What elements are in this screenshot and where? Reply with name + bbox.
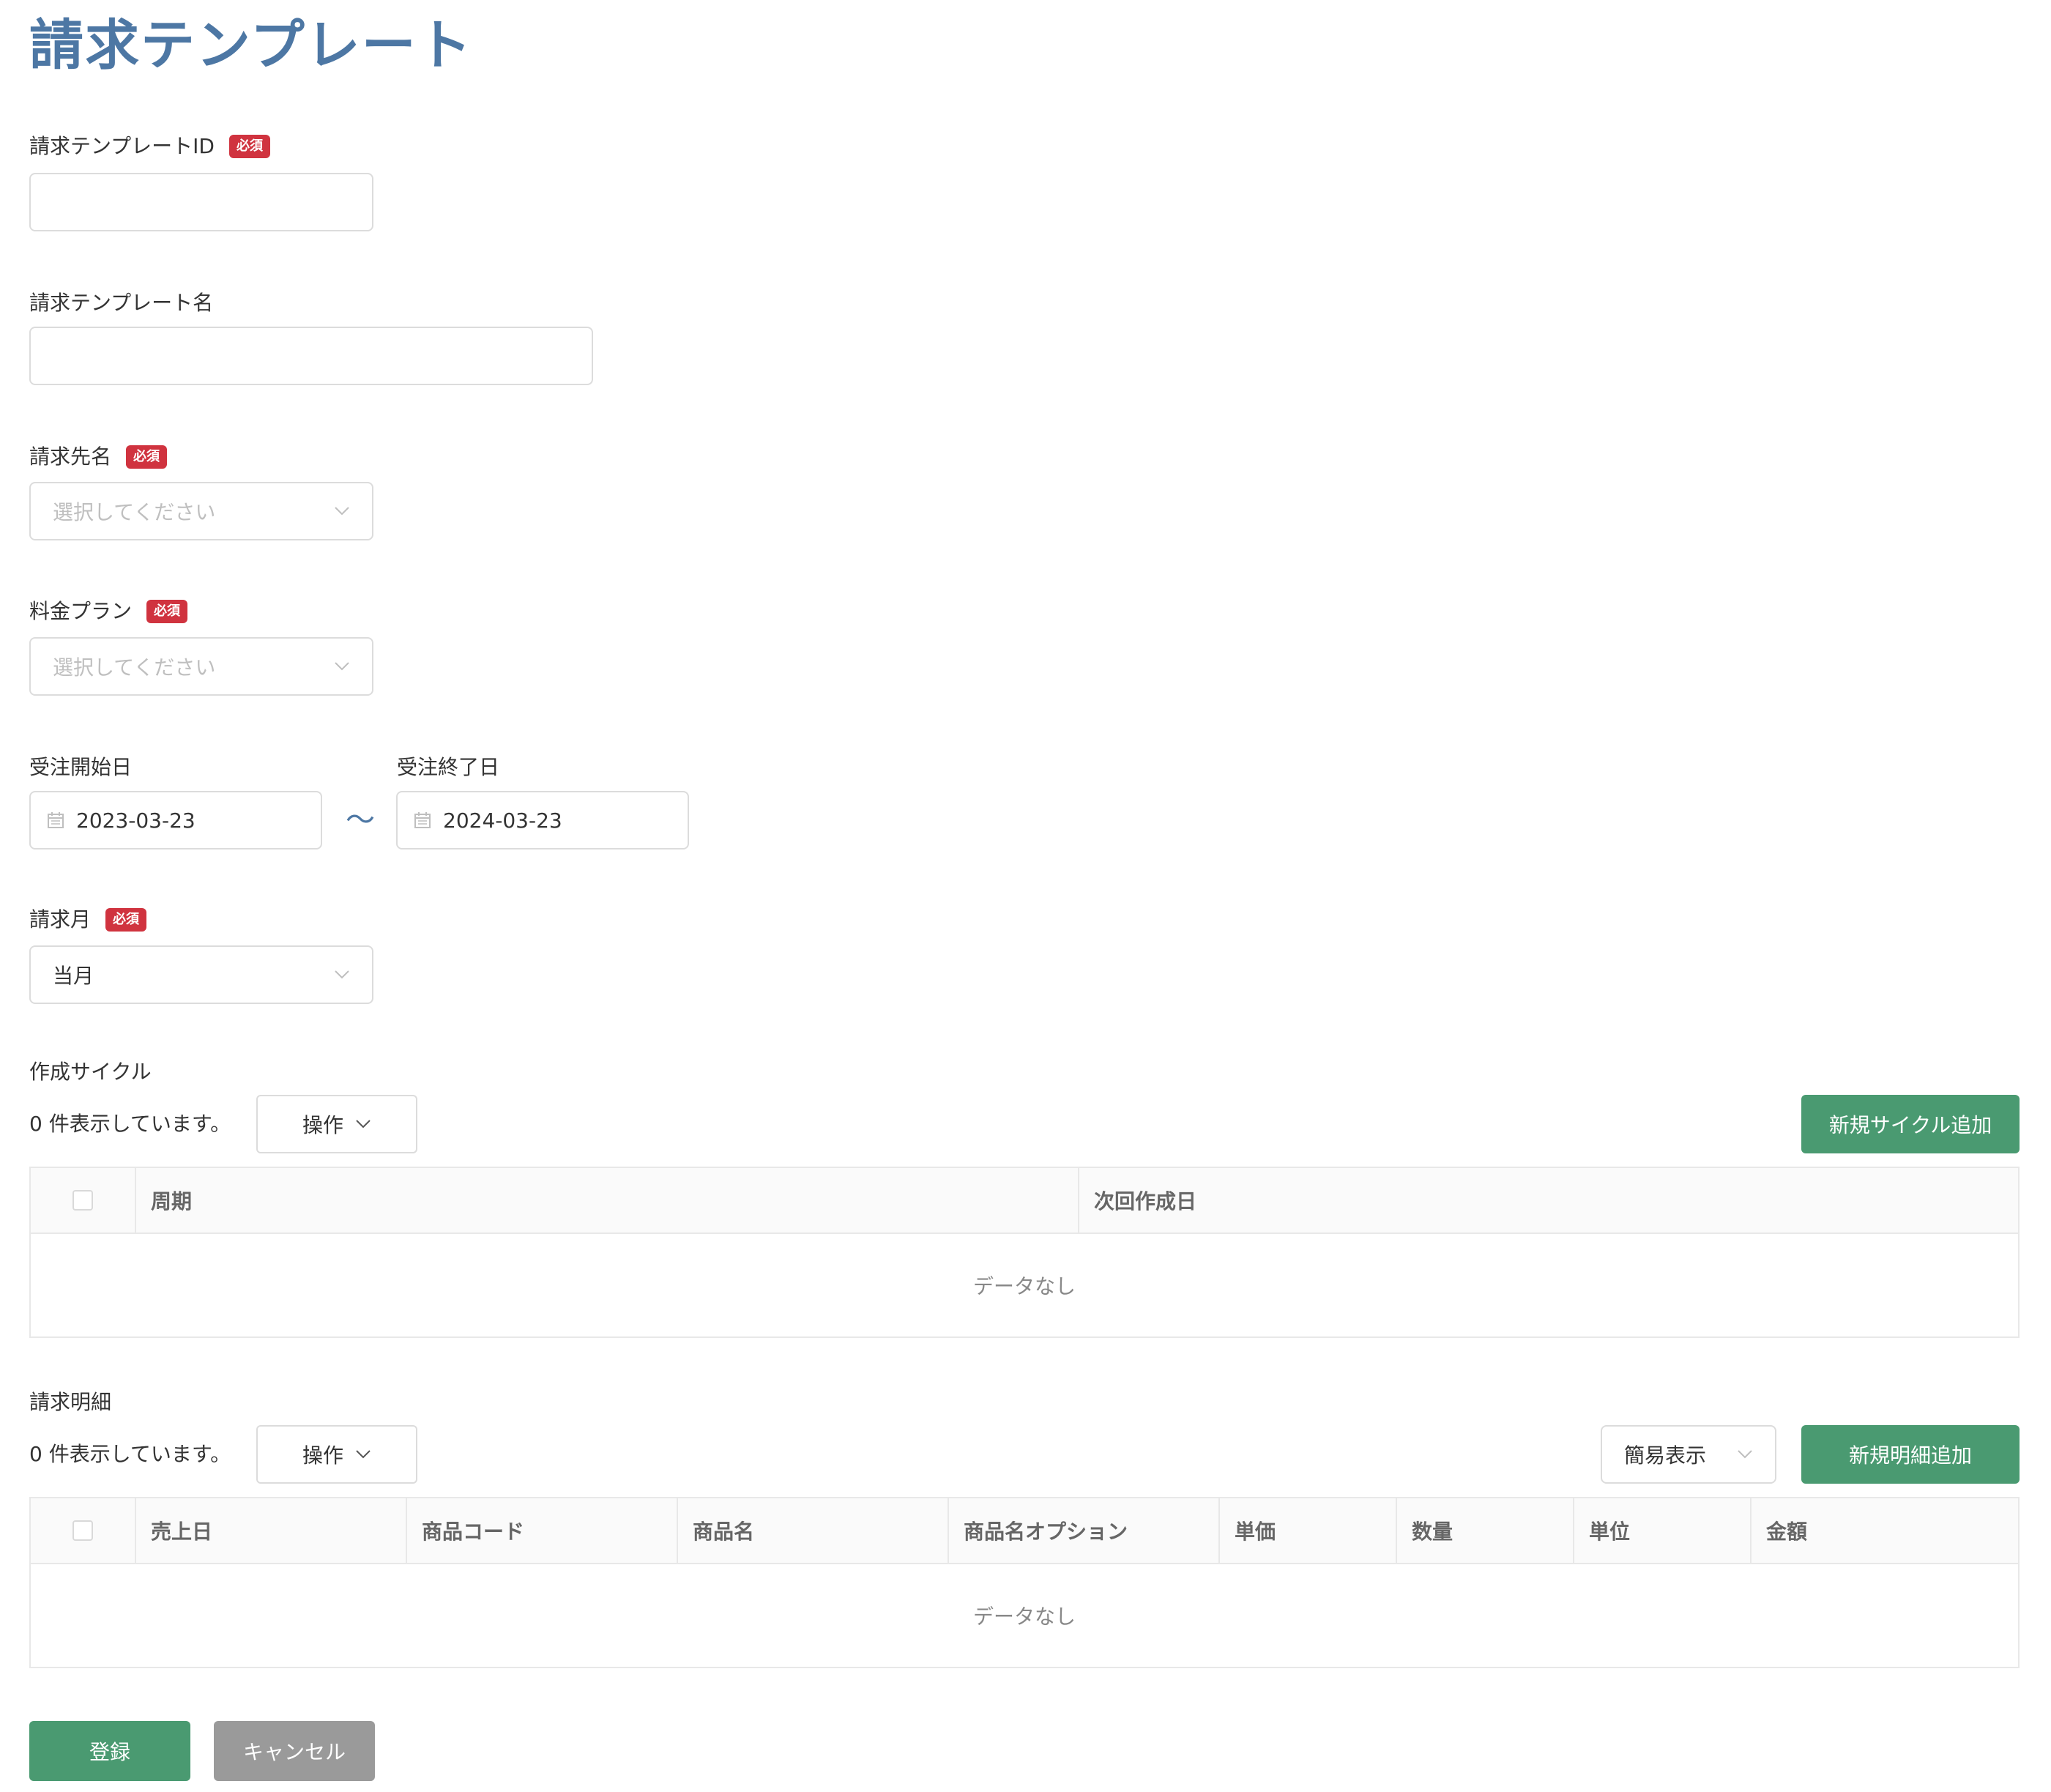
column-header[interactable]: 単価 [1218,1498,1396,1563]
column-header[interactable]: 数量 [1396,1498,1573,1563]
billing-to-placeholder: 選択してください [53,500,216,524]
chevron-down-icon [335,662,349,671]
template-id-label: 請求テンプレートID 必須 [29,132,270,161]
chevron-down-icon [1738,1450,1752,1459]
cycle-table-header: 周期 次回作成日 [31,1168,2018,1234]
order-start-date-input[interactable]: 2023-03-23 [29,791,322,849]
column-header[interactable]: 周期 [135,1168,1078,1233]
cycle-section-title: 作成サイクル [29,1060,152,1084]
billing-month-value: 当月 [53,964,94,988]
required-badge: 必須 [126,445,168,469]
calendar-icon [414,812,431,828]
select-all-checkbox[interactable] [72,1190,93,1211]
template-name-input[interactable] [29,327,593,385]
plan-select[interactable]: 選択してください [29,637,373,696]
order-start-date-value: 2023-03-23 [76,808,196,833]
chevron-down-icon [335,507,349,516]
detail-table-header: 売上日 商品コード 商品名 商品名オプション 単価 数量 単位 金額 [31,1498,2018,1564]
detail-table: 売上日 商品コード 商品名 商品名オプション 単価 数量 単位 金額 データなし [29,1497,2020,1668]
chevron-down-icon [356,1450,371,1459]
billing-month-select[interactable]: 当月 [29,945,373,1004]
cycle-operation-dropdown[interactable]: 操作 [256,1095,417,1153]
order-start-label: 受注開始日 [29,753,132,782]
template-id-label-text: 請求テンプレートID [29,134,215,158]
cancel-button[interactable]: キャンセル [214,1721,375,1781]
empty-state-text: データなし [972,1605,1076,1629]
billing-to-label: 請求先名 必須 [29,442,168,472]
detail-operation-label: 操作 [302,1443,343,1468]
billing-to-label-text: 請求先名 [29,445,112,469]
column-header[interactable]: 商品名 [677,1498,948,1563]
billing-to-select[interactable]: 選択してください [29,482,373,540]
cycle-table: 周期 次回作成日 データなし [29,1167,2020,1338]
plan-placeholder: 選択してください [53,655,216,680]
billing-month-label-text: 請求月 [29,907,92,932]
page-title: 請求テンプレート [29,14,473,77]
date-range-separator: ～ [346,803,375,837]
register-button[interactable]: 登録 [29,1721,190,1781]
cycle-count-text: 0 件表示しています。 [29,1112,231,1136]
required-badge: 必須 [105,908,147,932]
order-end-date-value: 2024-03-23 [443,808,562,833]
select-all-cell [31,1168,135,1233]
chevron-down-icon [335,970,349,979]
required-badge: 必須 [228,135,270,158]
plan-label: 料金プラン 必須 [29,597,188,626]
add-cycle-button[interactable]: 新規サイクル追加 [1801,1095,2020,1153]
detail-section-title: 請求明細 [29,1390,112,1414]
order-end-label: 受注終了日 [397,753,499,782]
column-header[interactable]: 商品コード [406,1498,677,1563]
chevron-down-icon [356,1120,371,1129]
detail-count-text: 0 件表示しています。 [29,1442,231,1466]
select-all-cell [31,1498,135,1563]
calendar-icon [48,812,64,828]
view-mode-select[interactable]: 簡易表示 [1601,1425,1776,1484]
add-detail-button[interactable]: 新規明細追加 [1801,1425,2020,1484]
column-header[interactable]: 売上日 [135,1498,406,1563]
required-badge: 必須 [146,600,188,623]
view-mode-value: 簡易表示 [1624,1443,1707,1468]
column-header[interactable]: 次回作成日 [1078,1168,2018,1233]
select-all-checkbox[interactable] [72,1520,93,1541]
template-id-input[interactable] [29,173,373,231]
template-name-label: 請求テンプレート名 [29,289,213,318]
column-header[interactable]: 単位 [1573,1498,1750,1563]
order-end-date-input[interactable]: 2024-03-23 [396,791,689,849]
template-name-label-text: 請求テンプレート名 [29,291,214,315]
column-header[interactable]: 金額 [1750,1498,2018,1563]
column-header[interactable]: 商品名オプション [948,1498,1218,1563]
billing-month-label: 請求月 必須 [29,905,147,934]
empty-state-text: データなし [972,1274,1076,1298]
detail-operation-dropdown[interactable]: 操作 [256,1425,417,1484]
cycle-operation-label: 操作 [302,1113,343,1137]
order-end-label-text: 受注終了日 [397,755,500,779]
order-start-label-text: 受注開始日 [29,755,133,779]
plan-label-text: 料金プラン [29,599,133,623]
